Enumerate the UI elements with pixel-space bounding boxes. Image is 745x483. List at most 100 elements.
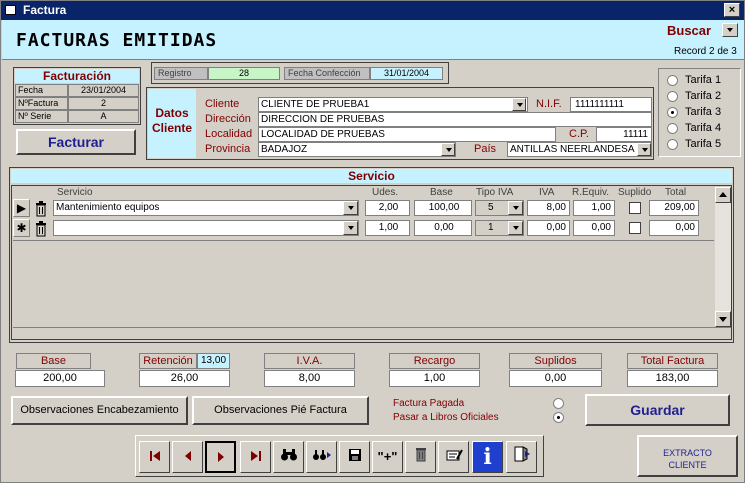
observaciones-pie-button[interactable]: Observaciones Pié Factura — [192, 396, 369, 425]
servicio-title: Servicio — [11, 169, 732, 183]
fecha-confeccion-value[interactable]: 31/01/2004 — [370, 67, 443, 80]
table-row[interactable]: ▶ Mantenimiento equipos 2,00 100,00 5 8,… — [12, 198, 715, 218]
info-icon: i — [483, 444, 492, 470]
tarifa-2-radio[interactable] — [667, 91, 678, 102]
search-dropdown-button[interactable] — [722, 23, 738, 37]
trash-icon[interactable] — [34, 201, 48, 217]
page-title: FACTURAS EMITIDAS — [16, 30, 218, 51]
add-record-icon: "+" — [377, 449, 398, 464]
servicio-panel: Servicio Servicio Udes. Base Tipo IVA IV… — [9, 167, 734, 343]
delete-record-button[interactable] — [405, 441, 436, 473]
direccion-field[interactable]: DIRECCION DE PRUEBAS — [258, 112, 652, 127]
tarifa-5-radio[interactable] — [667, 139, 678, 150]
title-bar[interactable]: Factura × — [1, 1, 744, 20]
row-selector[interactable]: ✱ — [13, 219, 30, 237]
previous-record-button[interactable] — [172, 441, 203, 473]
requiv-field[interactable]: 0,00 — [573, 220, 615, 236]
observaciones-encabezamiento-button[interactable]: Observaciones Encabezamiento — [11, 396, 188, 425]
provincia-label: Provincia — [205, 143, 251, 155]
factura-pagada-radio[interactable] — [553, 398, 564, 409]
suplido-checkbox[interactable] — [629, 202, 641, 214]
servicio-dropdown-button[interactable] — [343, 221, 358, 235]
tipo-iva-dropdown-button[interactable] — [508, 201, 523, 215]
suplidos-value[interactable]: 0,00 — [509, 370, 602, 387]
scroll-up-button[interactable] — [715, 187, 731, 203]
scroll-down-button[interactable] — [715, 311, 731, 327]
guardar-button[interactable]: Guardar — [585, 394, 730, 426]
find-next-icon — [312, 450, 331, 460]
tarifa-3-radio[interactable] — [667, 107, 678, 118]
pais-dropdown-button[interactable] — [637, 143, 651, 156]
cliente-dropdown-button[interactable] — [512, 98, 526, 111]
total-factura-value[interactable]: 183,00 — [627, 370, 718, 387]
next-record-button[interactable] — [205, 441, 236, 473]
tipo-iva-dropdown-button[interactable] — [508, 221, 523, 235]
total-field[interactable]: 0,00 — [649, 220, 699, 236]
facturacion-title: Facturación — [15, 69, 139, 83]
save-record-button[interactable] — [339, 441, 370, 473]
retencion-value[interactable]: 26,00 — [139, 370, 230, 387]
col-total: Total — [665, 187, 687, 198]
arrow-down-icon — [719, 317, 727, 322]
trash-icon[interactable] — [34, 221, 48, 237]
table-row[interactable]: ✱ 1,00 0,00 1 0,00 0,00 0,00 — [12, 218, 715, 238]
serie-label: Nº Serie — [15, 110, 68, 123]
previous-record-icon — [184, 451, 191, 461]
udes-field[interactable]: 1,00 — [365, 220, 410, 236]
trash-icon — [415, 448, 426, 462]
iva-field[interactable]: 8,00 — [527, 200, 570, 216]
fecha-row: Fecha 23/01/2004 — [15, 84, 139, 97]
facturar-button[interactable]: Facturar — [16, 129, 136, 155]
vertical-scrollbar[interactable] — [715, 187, 731, 327]
numero-value[interactable]: 2 — [68, 97, 139, 110]
total-field[interactable]: 209,00 — [649, 200, 699, 216]
base-imponible-value[interactable]: 200,00 — [15, 370, 105, 387]
pais-combo[interactable]: ANTILLAS NEERLANDESA — [507, 142, 652, 157]
serie-value[interactable]: A — [68, 110, 139, 123]
localidad-field[interactable]: LOCALIDAD DE PRUEBAS — [258, 127, 556, 142]
first-record-button[interactable] — [139, 441, 170, 473]
nif-field[interactable]: 1111111111 — [570, 97, 652, 112]
requiv-field[interactable]: 1,00 — [573, 200, 615, 216]
tarifa-4-radio[interactable] — [667, 123, 678, 134]
servicio-combo[interactable] — [53, 220, 359, 236]
cliente-panel: Datos Cliente Cliente CLIENTE DE PRUEBA1… — [146, 87, 654, 160]
find-next-button[interactable] — [306, 441, 337, 473]
print-button[interactable] — [438, 441, 469, 473]
localidad-label: Localidad — [205, 128, 253, 140]
retencion-pct-value[interactable]: 13,00 — [197, 353, 230, 369]
iva-total-value[interactable]: 8,00 — [264, 370, 355, 387]
exit-button[interactable] — [506, 441, 537, 473]
servicio-combo[interactable]: Mantenimiento equipos — [53, 200, 359, 216]
info-button[interactable]: i — [472, 441, 503, 473]
suplido-checkbox[interactable] — [629, 222, 641, 234]
servicio-grid: Servicio Udes. Base Tipo IVA IVA R.Equiv… — [11, 185, 732, 340]
recargo-value[interactable]: 1,00 — [389, 370, 480, 387]
cp-field[interactable]: 11111 — [596, 127, 652, 142]
fecha-confeccion-label: Fecha Confección — [284, 67, 370, 80]
provincia-dropdown-button[interactable] — [441, 143, 455, 156]
pasar-libros-radio[interactable] — [553, 412, 564, 423]
servicio-dropdown-button[interactable] — [343, 201, 358, 215]
extracto-cliente-button[interactable]: EXTRACTO CLIENTE — [637, 435, 738, 477]
provincia-combo[interactable]: BADAJOZ — [258, 142, 456, 157]
tarifa-1-label: Tarifa 1 — [685, 74, 722, 86]
base-field[interactable]: 0,00 — [414, 220, 472, 236]
close-button[interactable]: × — [724, 3, 740, 17]
factura-window: Factura × FACTURAS EMITIDAS Buscar Recor… — [0, 0, 745, 483]
tarifa-1-radio[interactable] — [667, 75, 678, 86]
col-requiv: R.Equiv. — [572, 187, 610, 198]
last-record-button[interactable] — [240, 441, 271, 473]
new-record-button[interactable]: "+" — [372, 441, 403, 473]
fecha-value[interactable]: 23/01/2004 — [68, 84, 139, 97]
cliente-label: Cliente — [205, 98, 240, 110]
col-base: Base — [430, 187, 453, 198]
find-button[interactable] — [273, 441, 304, 473]
registro-value[interactable]: 28 — [208, 67, 280, 80]
base-field[interactable]: 100,00 — [414, 200, 472, 216]
binoculars-icon — [280, 449, 297, 461]
cliente-combo[interactable]: CLIENTE DE PRUEBA1 — [258, 97, 528, 112]
row-selector[interactable]: ▶ — [13, 199, 30, 217]
udes-field[interactable]: 2,00 — [365, 200, 410, 216]
iva-field[interactable]: 0,00 — [527, 220, 570, 236]
